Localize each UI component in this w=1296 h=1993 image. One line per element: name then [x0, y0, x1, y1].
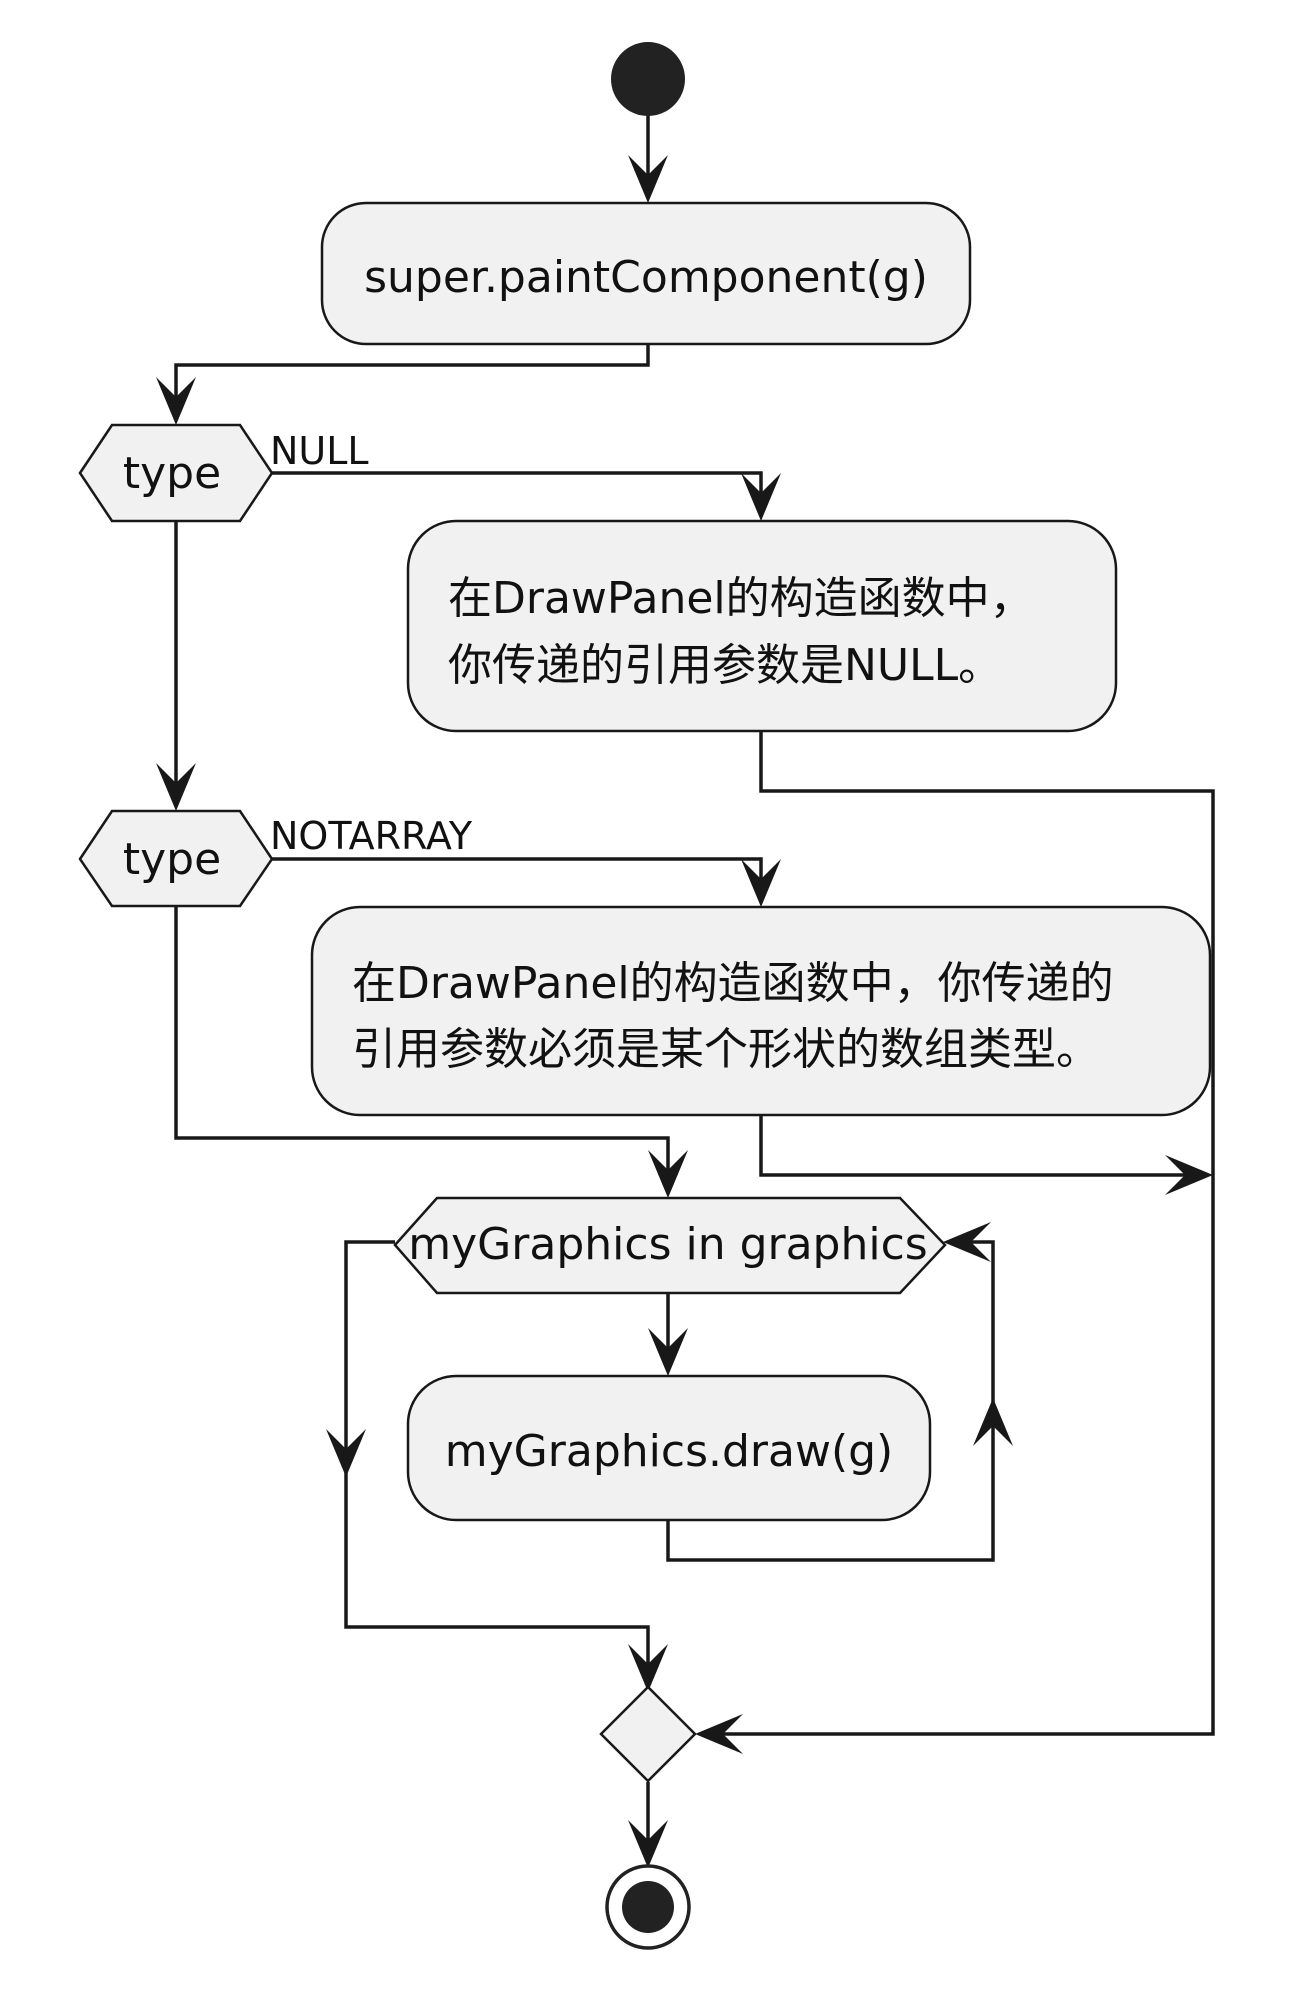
end-node	[605, 1864, 691, 1950]
decision-label: type	[123, 448, 221, 499]
guard-notarray-label: NOTARRAY	[270, 814, 473, 858]
edge-notarray-msg-out	[759, 1115, 1205, 1177]
action-super-paint-component: super.paintComponent(g)	[320, 201, 972, 346]
decision-type-1: type	[78, 423, 274, 523]
action-label: myGraphics.draw(g)	[445, 1426, 893, 1477]
edge-type1-null	[272, 471, 763, 513]
message-line-1: 在DrawPanel的构造函数中，	[448, 573, 1034, 624]
edge-type2-notarray	[272, 857, 763, 900]
message-line-1: 在DrawPanel的构造函数中，你传递的	[352, 958, 1114, 1009]
action-null-message: 在DrawPanel的构造函数中， 你传递的引用参数是NULL。	[406, 519, 1118, 733]
action-draw-call: myGraphics.draw(g)	[406, 1374, 932, 1522]
activity-diagram: super.paintComponent(g) type NULL 在DrawP…	[78, 42, 1215, 1950]
merge-diamond	[599, 1685, 697, 1783]
loop-condition-label: myGraphics in graphics	[408, 1219, 927, 1270]
decision-label: type	[123, 834, 221, 885]
message-line-2: 你传递的引用参数是NULL。	[448, 640, 1002, 691]
start-node	[611, 42, 685, 116]
message-line-2: 引用参数必须是某个形状的数组类型。	[352, 1024, 1100, 1075]
loop-decision: myGraphics in graphics	[393, 1196, 947, 1295]
action-notarray-message: 在DrawPanel的构造函数中，你传递的 引用参数必须是某个形状的数组类型。	[310, 905, 1212, 1117]
edge-super-to-type1	[174, 344, 650, 418]
decision-type-2: type	[78, 809, 274, 908]
guard-null-label: NULL	[270, 429, 369, 473]
action-label: super.paintComponent(g)	[364, 252, 928, 303]
